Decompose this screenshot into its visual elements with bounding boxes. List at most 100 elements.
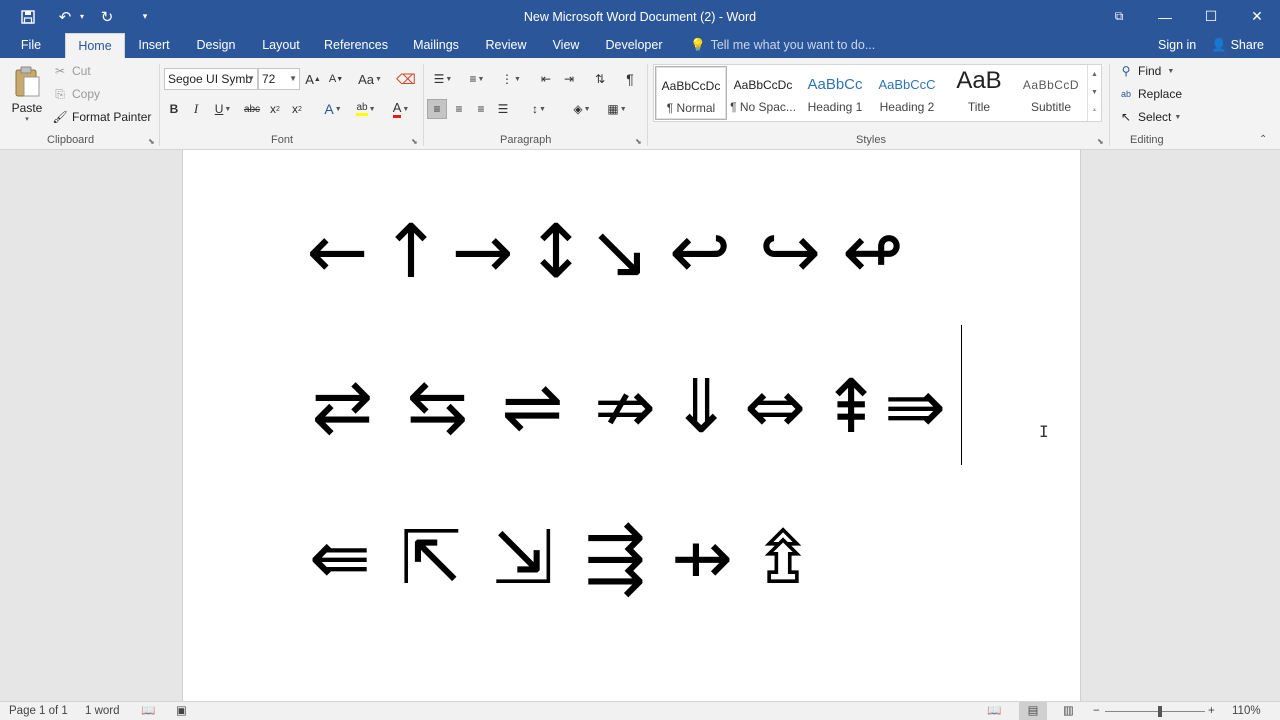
- replace-button[interactable]: ab Replace: [1118, 86, 1182, 102]
- grow-font-button[interactable]: A ▲: [303, 69, 323, 89]
- tab-insert[interactable]: Insert: [133, 33, 175, 58]
- increase-indent-button[interactable]: ⇥: [559, 69, 579, 89]
- undo-dropdown-icon[interactable]: ▾: [76, 5, 88, 29]
- customize-qat-icon[interactable]: ▾: [130, 5, 160, 29]
- align-right-button[interactable]: ≡: [471, 99, 491, 119]
- maximize-icon[interactable]: ☐: [1188, 0, 1234, 33]
- clipboard-launcher-icon[interactable]: ⬊: [148, 137, 155, 146]
- cut-button[interactable]: ✂ Cut: [52, 63, 91, 79]
- print-layout-icon[interactable]: ▤: [1019, 702, 1047, 720]
- style-sample: AaBbCcD: [1022, 78, 1080, 92]
- save-icon[interactable]: [10, 5, 46, 29]
- macro-recording-icon[interactable]: ▣: [176, 702, 187, 720]
- line-spacing-button[interactable]: ↕ ▼: [524, 99, 554, 119]
- style-normal[interactable]: AaBbCcDc ¶ Normal: [655, 66, 727, 120]
- style-name: ¶ No Spac...: [730, 100, 796, 114]
- pilcrow-icon: ¶: [626, 71, 634, 87]
- sign-in-link[interactable]: Sign in: [1158, 33, 1196, 57]
- superscript-button[interactable]: x2: [287, 99, 307, 119]
- read-mode-icon[interactable]: 📖: [987, 702, 1001, 720]
- zoom-slider[interactable]: [1105, 711, 1205, 712]
- lightbulb-icon: 💡: [690, 38, 706, 52]
- font-color-button[interactable]: A ▼: [385, 99, 417, 119]
- zoom-in-icon[interactable]: +: [1208, 702, 1215, 720]
- styles-group-label: Styles: [856, 134, 886, 146]
- tab-view[interactable]: View: [545, 33, 587, 58]
- bullets-button[interactable]: ☰ ▼: [428, 69, 458, 89]
- paste-button[interactable]: Paste ▾: [10, 64, 44, 130]
- subscript-button[interactable]: x2: [265, 99, 285, 119]
- numbering-button[interactable]: ≡ ▼: [462, 69, 492, 89]
- font-family-combo[interactable]: Segoe UI Symb ▼: [164, 68, 258, 90]
- paste-dropdown-icon[interactable]: ▾: [10, 115, 44, 123]
- undo-icon[interactable]: ↶: [54, 5, 76, 29]
- ribbon-tabs: File Home Insert Design Layout Reference…: [0, 33, 1280, 58]
- style-title[interactable]: AaB Title: [943, 66, 1015, 120]
- clear-formatting-button[interactable]: ⌫: [396, 69, 416, 89]
- style-heading-2[interactable]: AaBbCcC Heading 2: [871, 66, 943, 120]
- close-icon[interactable]: ✕: [1234, 0, 1280, 33]
- quick-access-toolbar: ↶ ▾ ↻ ▾: [10, 0, 160, 33]
- paste-label: Paste: [11, 101, 43, 115]
- align-left-button[interactable]: ≡: [427, 99, 447, 119]
- web-layout-icon[interactable]: ▥: [1063, 702, 1074, 720]
- proofing-icon[interactable]: 📖: [141, 702, 155, 720]
- style-heading-1[interactable]: AaBbCc Heading 1: [799, 66, 871, 120]
- tab-design[interactable]: Design: [190, 33, 242, 58]
- tab-developer[interactable]: Developer: [600, 33, 668, 58]
- page-count[interactable]: Page 1 of 1: [9, 702, 68, 720]
- italic-button[interactable]: I: [186, 99, 206, 119]
- word-count[interactable]: 1 word: [85, 702, 120, 720]
- tab-review[interactable]: Review: [480, 33, 532, 58]
- scroll-up-icon[interactable]: ▲: [1091, 71, 1098, 78]
- tab-file[interactable]: File: [10, 33, 52, 58]
- zoom-slider-thumb[interactable]: [1158, 706, 1162, 717]
- styles-launcher-icon[interactable]: ⬊: [1097, 137, 1104, 146]
- tab-home[interactable]: Home: [65, 33, 125, 58]
- highlight-button[interactable]: ab ▼: [350, 99, 382, 119]
- font-family-value: Segoe UI Symb: [168, 72, 253, 86]
- tab-mailings[interactable]: Mailings: [406, 33, 466, 58]
- shrink-font-button[interactable]: A ▼: [326, 69, 346, 89]
- share-button[interactable]: 👤 Share: [1211, 33, 1264, 57]
- copy-button[interactable]: ⎘ Copy: [52, 86, 100, 102]
- document-page[interactable]: ← ↑ → ↕↘ ↩ ↪ ↫ ⇄ ⇆ ⇌ ⇏ ⇓ ⇔ ⇞⇛ ⇚ ⇱ ⇲ ⇶ ⇸ ⇯: [182, 150, 1081, 701]
- collapse-ribbon-icon[interactable]: ⌃: [1259, 134, 1267, 145]
- chevron-down-icon[interactable]: ▼: [289, 69, 297, 89]
- zoom-level[interactable]: 110%: [1232, 702, 1261, 720]
- gallery-more-icon[interactable]: ⩡: [1093, 107, 1097, 115]
- tab-layout[interactable]: Layout: [256, 33, 306, 58]
- find-button[interactable]: ⚲ Find ▼: [1118, 63, 1175, 79]
- text-effects-button[interactable]: A ▼: [318, 99, 348, 119]
- borders-button[interactable]: ▦ ▼: [601, 99, 633, 119]
- strikethrough-button[interactable]: abc: [242, 99, 262, 119]
- window-controls: ⧉ — ☐ ✕: [1096, 0, 1280, 33]
- up-arrow-symbol: ↑: [380, 209, 443, 295]
- chevron-down-icon[interactable]: ▼: [247, 69, 255, 89]
- justify-button[interactable]: ☰: [493, 99, 513, 119]
- bold-button[interactable]: B: [164, 99, 184, 119]
- font-launcher-icon[interactable]: ⬊: [411, 137, 418, 146]
- paragraph-launcher-icon[interactable]: ⬊: [635, 137, 642, 146]
- format-painter-button[interactable]: 🖌 Format Painter: [52, 109, 151, 125]
- minimize-icon[interactable]: —: [1142, 0, 1188, 33]
- tab-references[interactable]: References: [320, 33, 392, 58]
- redo-icon[interactable]: ↻: [92, 5, 122, 29]
- tell-me-search[interactable]: 💡 Tell me what you want to do...: [690, 33, 875, 58]
- zoom-out-icon[interactable]: −: [1093, 702, 1100, 720]
- ribbon-display-options-icon[interactable]: ⧉: [1096, 0, 1142, 33]
- show-formatting-button[interactable]: ¶: [620, 69, 640, 89]
- style-no-spacing[interactable]: AaBbCcDc ¶ No Spac...: [727, 66, 799, 120]
- underline-button[interactable]: U ▼: [208, 99, 238, 119]
- align-center-button[interactable]: ≡: [449, 99, 469, 119]
- scroll-down-icon[interactable]: ▼: [1091, 89, 1098, 96]
- left-arrow-with-stroke-symbol: ⇸: [670, 515, 733, 601]
- multilevel-list-button[interactable]: ⋮ ▼: [496, 69, 526, 89]
- decrease-indent-button[interactable]: ⇤: [536, 69, 556, 89]
- sort-button[interactable]: ⇅: [590, 69, 610, 89]
- change-case-button[interactable]: Aa ▼: [355, 69, 385, 89]
- select-button[interactable]: ↖ Select ▼: [1118, 109, 1181, 125]
- shading-button[interactable]: ◈ ▼: [566, 99, 598, 119]
- font-size-combo[interactable]: 72 ▼: [258, 68, 300, 90]
- style-subtitle[interactable]: AaBbCcD Subtitle: [1015, 66, 1087, 120]
